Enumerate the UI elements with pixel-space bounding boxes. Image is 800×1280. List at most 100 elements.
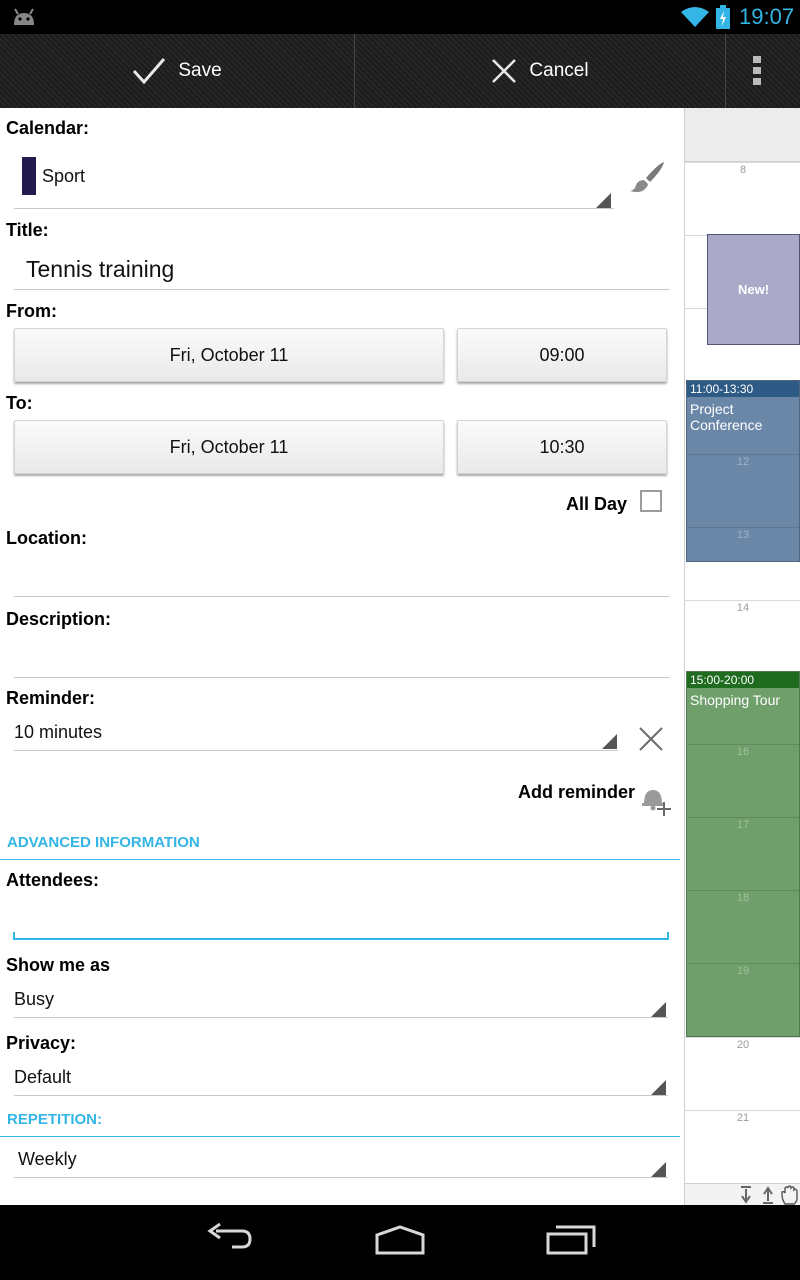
android-icon: [14, 8, 34, 25]
event-title-line: Project: [690, 401, 734, 417]
battery-icon: [716, 5, 730, 29]
location-label: Location:: [6, 528, 87, 548]
calendar-day-strip[interactable]: 8 New! 11:00-13:30 Project Conference 12…: [684, 108, 800, 1205]
home-icon[interactable]: [374, 1225, 426, 1255]
reminder-value: 10 minutes: [14, 722, 103, 742]
hour-label: 16: [736, 746, 750, 758]
to-date-button[interactable]: Fri, October 11: [14, 420, 444, 474]
calendar-spinner[interactable]: Sport: [14, 152, 614, 208]
wifi-icon: [681, 7, 709, 27]
calendar-strip-header: [685, 108, 800, 162]
save-button[interactable]: Save: [0, 34, 354, 108]
repetition-header: REPETITION:: [7, 1111, 103, 1128]
hour-line: [685, 1037, 800, 1038]
hour-label: 8: [739, 164, 747, 176]
add-reminder-button[interactable]: Add reminder: [510, 776, 674, 818]
event-title-line: Conference: [690, 417, 763, 433]
resize-up-icon[interactable]: [763, 1186, 773, 1204]
remove-reminder-icon[interactable]: [638, 726, 664, 752]
location-input[interactable]: [14, 556, 670, 596]
advanced-info-divider: [0, 859, 680, 860]
privacy-underline: [14, 1095, 668, 1096]
attendees-label: Attendees:: [6, 870, 100, 890]
privacy-value: Default: [14, 1067, 72, 1087]
hour-label: 21: [736, 1112, 750, 1124]
from-label: From:: [6, 301, 57, 321]
add-alarm-icon: [642, 790, 671, 816]
hour-line: [687, 890, 799, 891]
cancel-button[interactable]: Cancel: [355, 34, 725, 108]
from-date-button[interactable]: Fri, October 11: [14, 328, 444, 382]
all-day-checkbox[interactable]: [640, 490, 662, 512]
spinner-arrow-icon: [651, 1002, 666, 1017]
cancel-label: Cancel: [529, 60, 589, 81]
repetition-divider: [0, 1136, 680, 1137]
more-vert-icon: [753, 56, 761, 85]
close-icon: [492, 59, 517, 83]
show-me-as-underline: [14, 1017, 668, 1018]
description-underline: [14, 677, 670, 678]
add-reminder-label: Add reminder: [518, 782, 636, 802]
event-form: Calendar: Sport Title: Tennis training F…: [0, 108, 684, 1205]
description-label: Description:: [6, 609, 112, 629]
hour-label: 12: [736, 456, 750, 468]
title-input[interactable]: Tennis training: [14, 248, 670, 290]
hour-line: [685, 162, 800, 163]
calendar-value: Sport: [42, 166, 86, 186]
title-value: Tennis training: [26, 256, 175, 282]
calendar-color-swatch: [22, 157, 36, 195]
to-time-button[interactable]: 10:30: [457, 420, 667, 474]
overflow-menu-button[interactable]: [726, 34, 800, 108]
back-icon[interactable]: [206, 1223, 254, 1253]
all-day-label: All Day: [566, 494, 628, 514]
hour-line: [687, 454, 799, 455]
action-bar: Save Cancel: [0, 34, 800, 108]
from-time-button[interactable]: 09:00: [457, 328, 667, 382]
status-bar: 19:07: [0, 0, 800, 34]
privacy-spinner[interactable]: Default: [14, 1061, 668, 1095]
calendar-underline: [14, 208, 614, 209]
spinner-arrow-icon: [602, 734, 617, 749]
show-me-as-value: Busy: [14, 989, 55, 1009]
title-underline: [14, 289, 670, 290]
to-label: To:: [6, 393, 33, 413]
hour-label: 14: [736, 602, 750, 614]
status-clock: 19:07: [739, 4, 795, 29]
event-title: Shopping Tour: [690, 692, 781, 708]
resize-down-icon[interactable]: [741, 1186, 751, 1204]
attendees-input[interactable]: [13, 898, 669, 940]
hour-line: [685, 600, 800, 601]
calendar-label: Calendar:: [6, 118, 90, 138]
privacy-label: Privacy:: [6, 1033, 77, 1053]
hour-line: [687, 744, 799, 745]
hour-line: [687, 527, 799, 528]
event-title: Project Conference: [690, 401, 762, 433]
reminder-spinner[interactable]: 10 minutes: [14, 716, 618, 750]
calendar-strip-toolbar: [685, 1183, 800, 1205]
new-event-placeholder[interactable]: New!: [707, 234, 800, 345]
hour-line: [687, 963, 799, 964]
reminder-underline: [14, 750, 618, 751]
calendar-event[interactable]: 11:00-13:30 Project Conference 12 13: [686, 380, 800, 562]
hand-drag-icon[interactable]: [781, 1185, 799, 1205]
recent-apps-icon[interactable]: [546, 1225, 596, 1255]
location-underline: [14, 596, 670, 597]
hour-line: [687, 817, 799, 818]
repetition-spinner[interactable]: Weekly: [14, 1143, 668, 1177]
spinner-arrow-icon: [596, 193, 611, 208]
event-time: 15:00-20:00: [687, 672, 799, 688]
show-me-as-label: Show me as: [6, 955, 111, 975]
calendar-event[interactable]: 15:00-20:00 Shopping Tour 16 17 18 19: [686, 671, 800, 1037]
spinner-arrow-icon: [651, 1080, 666, 1095]
show-me-as-spinner[interactable]: Busy: [14, 983, 668, 1017]
hour-label: 19: [736, 965, 750, 977]
event-time: 11:00-13:30: [687, 381, 799, 397]
hour-label: 17: [736, 819, 750, 831]
spinner-arrow-icon: [651, 1162, 666, 1177]
description-input[interactable]: [14, 638, 670, 678]
navigation-bar: [0, 1205, 800, 1280]
save-label: Save: [178, 60, 222, 81]
checkmark-icon: [133, 58, 166, 85]
paint-brush-icon[interactable]: [628, 160, 666, 194]
reminder-label: Reminder:: [6, 688, 96, 708]
